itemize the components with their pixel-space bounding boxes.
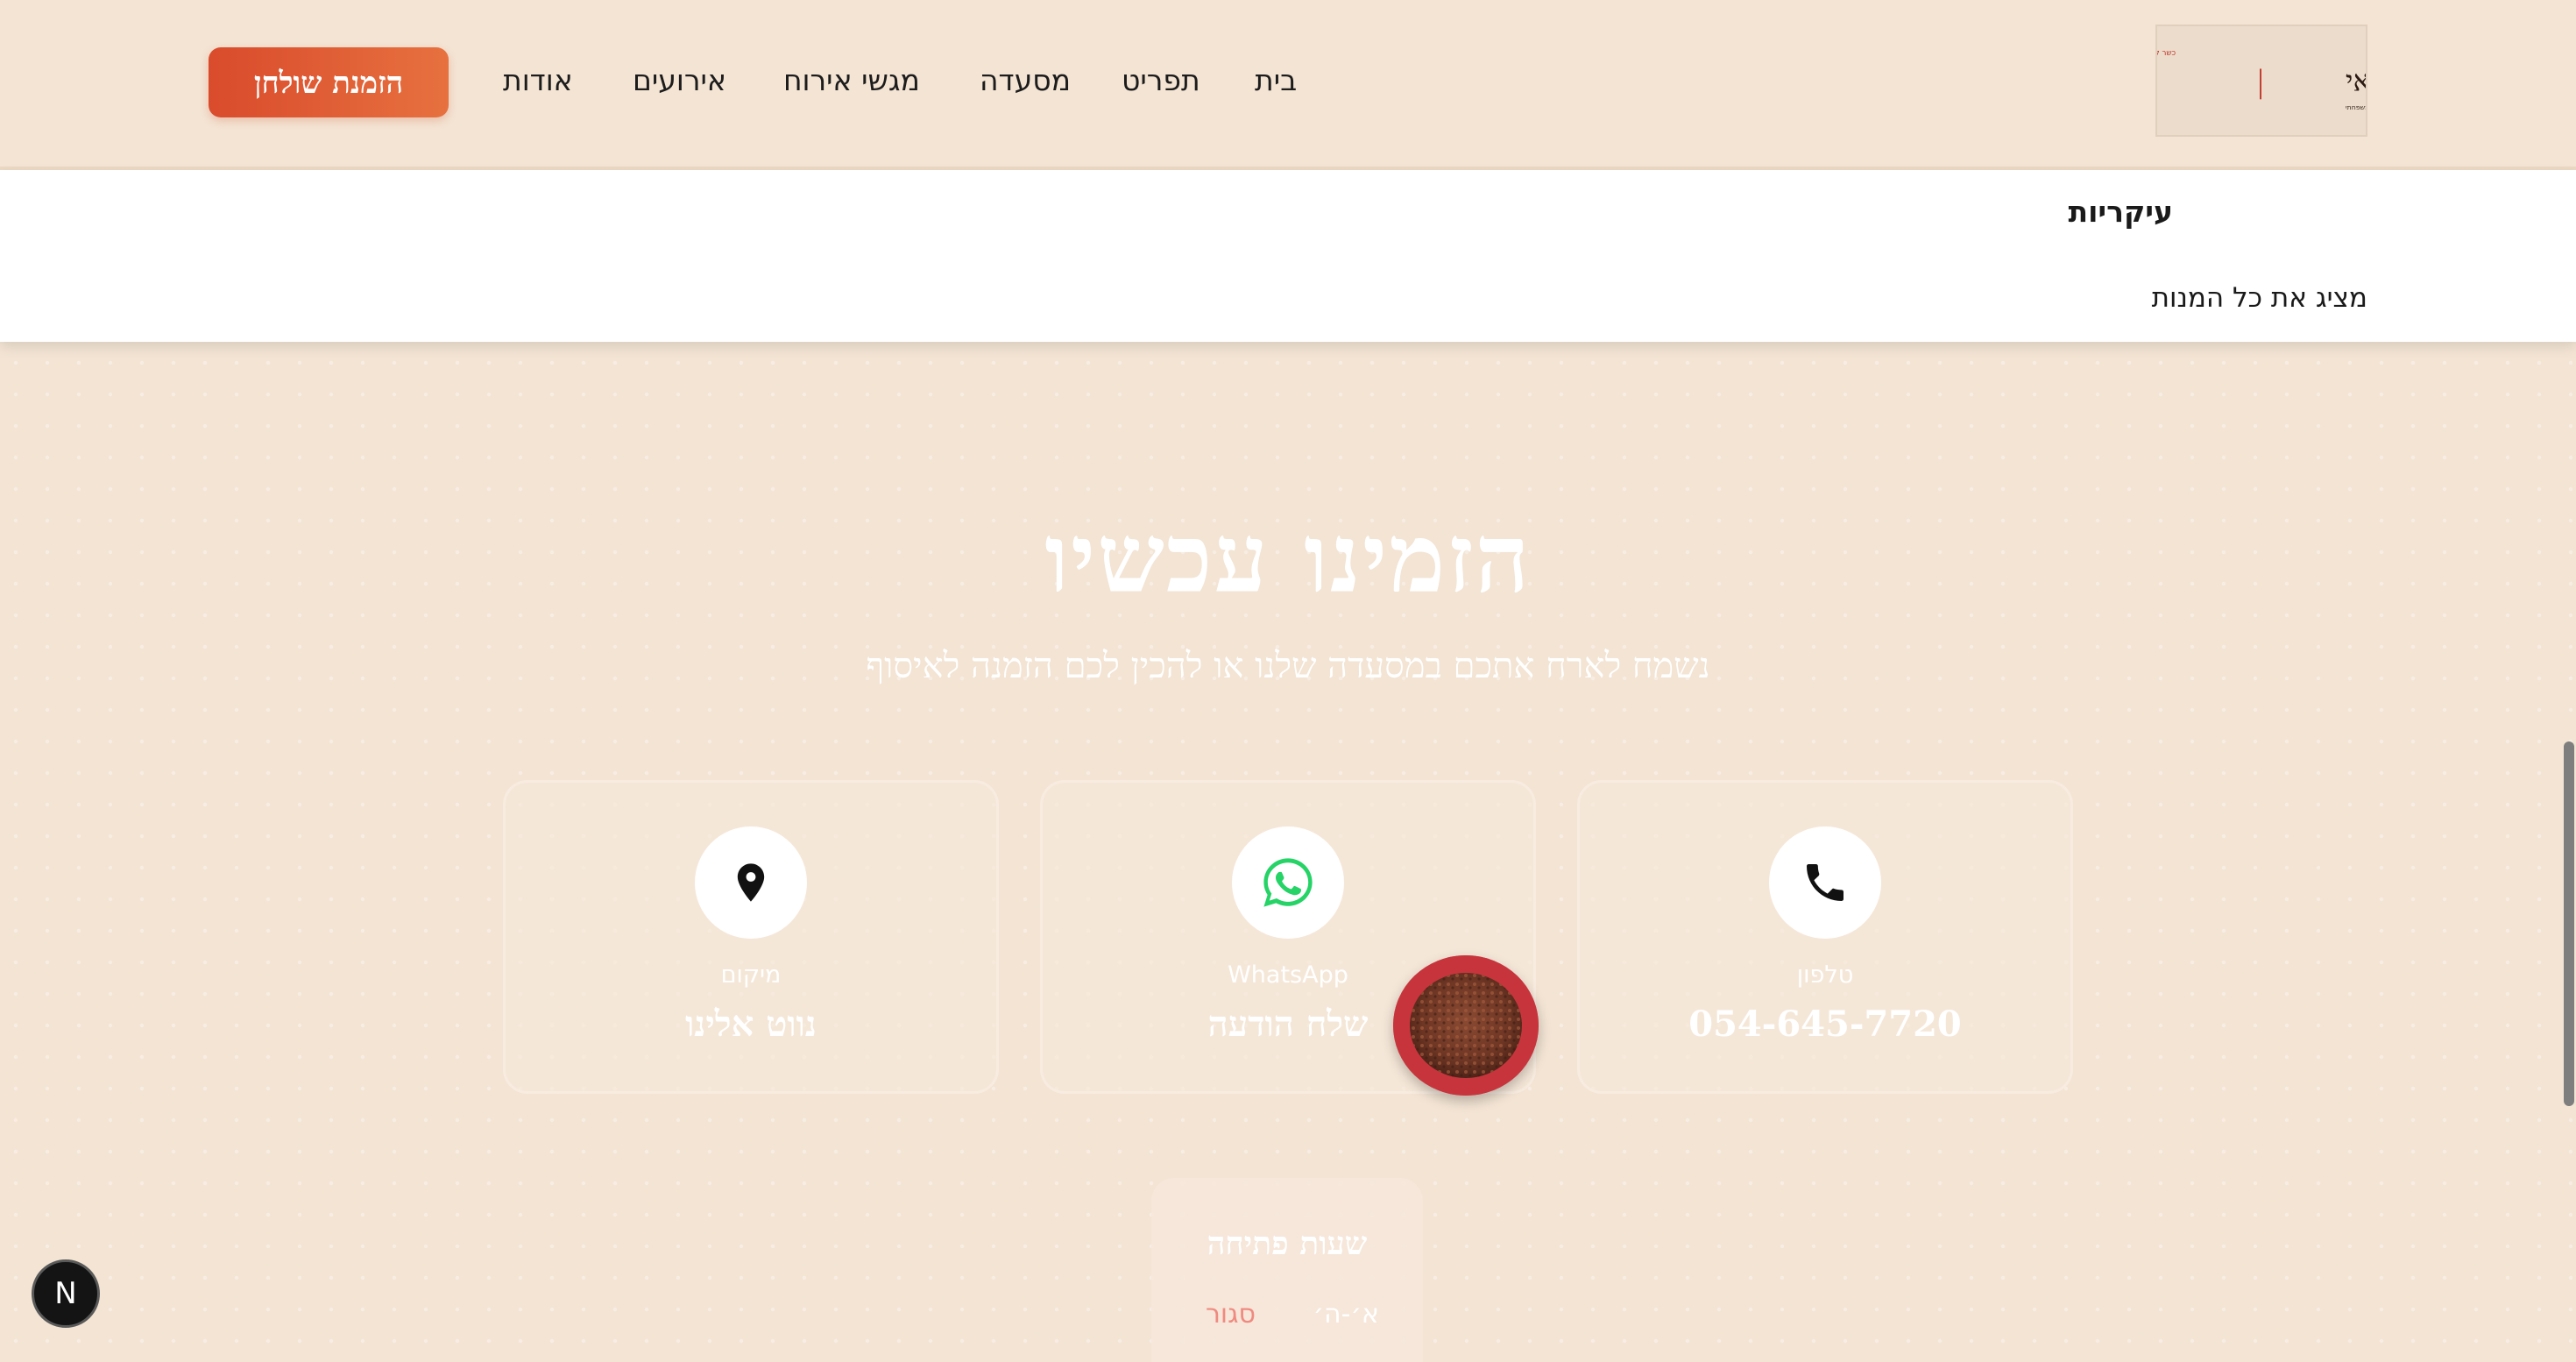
opening-hours-status: סגור [1206, 1299, 1256, 1330]
contact-card-location[interactable]: מיקום נווט אלינו [503, 780, 999, 1094]
menu-dropdown: עיקריות מציג את כל המנות [0, 170, 2576, 342]
opening-hours-title: שעות פתיחה [1207, 1225, 1368, 1262]
phone-icon-circle [1769, 826, 1881, 939]
whatsapp-icon-circle [1232, 826, 1344, 939]
dropdown-item-main-courses[interactable]: עיקריות [2069, 188, 2173, 237]
phone-number[interactable]: 054-645-7720 [1580, 998, 2070, 1051]
restaurant-logo[interactable]: כשר למהדרין בביס מרוקאי אוכל מרוקאי, בית… [2155, 25, 2367, 137]
site-header: כשר למהדרין בביס מרוקאי אוכל מרוקאי, בית… [0, 0, 2576, 170]
location-icon-circle [695, 826, 807, 939]
whatsapp-icon [1263, 858, 1313, 907]
nav-catering-trays[interactable]: מגשי אירוח [783, 56, 920, 105]
logo-brand: בביס מרוקאי [2346, 64, 2366, 98]
order-now-title: הזמינו עכשיו [1044, 504, 1532, 614]
order-now-subtitle: נשמח לארח אתכם במסעדה שלנו או להכין לכם … [866, 646, 1710, 686]
nav-about[interactable]: אודות [503, 56, 573, 105]
dropdown-item-show-all[interactable]: מציג את כל המנות [2152, 273, 2367, 323]
nextjs-dev-badge[interactable]: N [32, 1259, 100, 1328]
phone-icon [1807, 864, 1844, 901]
page-scrollbar-thumb[interactable] [2564, 741, 2574, 1106]
logo-tagline-top: כשר למהדרין [2157, 49, 2176, 58]
logo-tagline-bottom: אוכל מרוקאי, ביתי, אמיתי ומשפחתי [2346, 103, 2366, 111]
location-label: מיקום [720, 961, 782, 989]
opening-hours-card: שעות פתיחה א׳-ה׳ סגור [1151, 1178, 1423, 1362]
reserve-table-button[interactable]: הזמנת שולחן [209, 47, 449, 117]
location-pin-icon [737, 863, 765, 902]
nav-menu[interactable]: תפריט [1122, 56, 1200, 105]
phone-label: טלפון [1796, 961, 1854, 989]
nav-home[interactable]: בית [1255, 56, 1297, 105]
contact-card-phone[interactable]: טלפון 054-645-7720 [1577, 780, 2073, 1094]
food-dish-image [1393, 955, 1539, 1096]
nav-restaurant[interactable]: מסעדה [980, 56, 1071, 105]
nav-events[interactable]: אירועים [633, 56, 726, 105]
navigate-to-us[interactable]: נווט אלינו [506, 998, 996, 1051]
opening-hours-day: א׳-ה׳ [1313, 1299, 1379, 1330]
